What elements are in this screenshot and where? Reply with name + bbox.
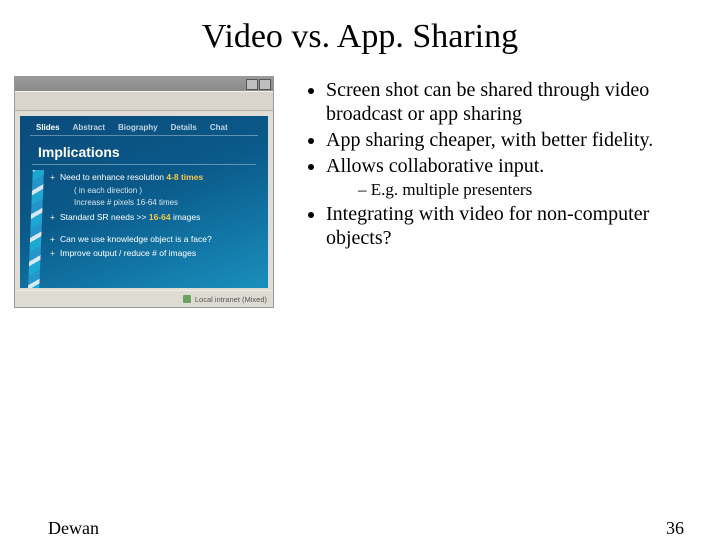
- tab-chat: Chat: [210, 123, 228, 132]
- window-toolbar: [15, 91, 273, 111]
- window-content: Slides Abstract Biography Details Chat I…: [20, 116, 268, 288]
- footer-author: Dewan: [48, 518, 99, 539]
- bullet-list: Screen shot can be shared through video …: [302, 76, 700, 308]
- list-text: Standard SR needs >>: [60, 212, 149, 222]
- slide-body: Slides Abstract Biography Details Chat I…: [0, 56, 720, 308]
- list-text: images: [171, 212, 201, 222]
- list-text: Need to enhance resolution: [60, 172, 166, 182]
- list-item: Improve output / reduce # of images: [60, 247, 268, 259]
- list-item: Need to enhance resolution 4-8 times: [60, 171, 268, 183]
- list-item: Standard SR needs >> 16-64 images: [60, 211, 268, 223]
- list-accent: 4-8 times: [166, 172, 203, 182]
- slide: Video vs. App. Sharing Slides Abstract B…: [0, 0, 720, 540]
- bullet-item: App sharing cheaper, with better fidelit…: [326, 128, 700, 152]
- bullet-subitem: E.g. multiple presenters: [358, 180, 700, 200]
- screenshot-thumbnail: Slides Abstract Biography Details Chat I…: [14, 76, 274, 308]
- content-tabs: Slides Abstract Biography Details Chat: [20, 116, 268, 132]
- window-statusbar: Local intranet (Mixed): [15, 290, 273, 307]
- close-icon: [259, 79, 271, 90]
- heading-underline: [32, 164, 256, 165]
- tab-abstract: Abstract: [73, 123, 105, 132]
- content-heading: Implications: [20, 136, 268, 164]
- status-text: Local intranet (Mixed): [195, 295, 267, 304]
- list-accent: 16-64: [149, 212, 171, 222]
- tab-details: Details: [171, 123, 197, 132]
- tab-biography: Biography: [118, 123, 158, 132]
- list-item: Can we use knowledge object is a face?: [60, 233, 268, 245]
- tab-slides: Slides: [36, 123, 60, 132]
- minimize-icon: [246, 79, 258, 90]
- footer-page-number: 36: [666, 518, 684, 539]
- slide-title: Video vs. App. Sharing: [0, 0, 720, 56]
- bullet-item: Integrating with video for non-computer …: [326, 202, 700, 250]
- bullet-item: Screen shot can be shared through video …: [326, 78, 700, 126]
- list-subitem: ( in each direction ): [60, 185, 268, 197]
- bullet-item: Allows collaborative input. E.g. multipl…: [326, 154, 700, 200]
- window-titlebar: [15, 77, 273, 91]
- bullet-text: Allows collaborative input.: [326, 155, 544, 177]
- zone-icon: [183, 295, 191, 303]
- content-list: Need to enhance resolution 4-8 times ( i…: [20, 171, 268, 259]
- list-subitem: Increase # pixels 16-64 times: [60, 197, 268, 209]
